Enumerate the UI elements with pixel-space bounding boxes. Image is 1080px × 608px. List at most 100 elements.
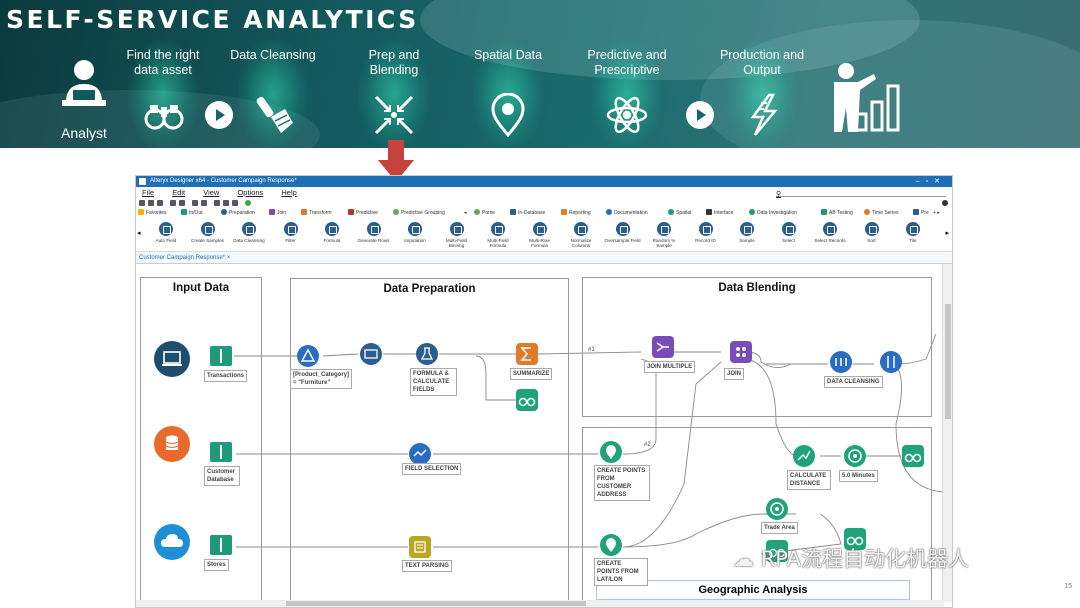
label-customer-database: Customer Database bbox=[204, 466, 240, 486]
tool-random-sample[interactable]: Random % Sample bbox=[646, 222, 682, 248]
vertical-scroll-thumb[interactable] bbox=[945, 304, 951, 419]
cat-documentation[interactable]: Documentation bbox=[606, 208, 648, 219]
cat-pre[interactable]: Pre bbox=[913, 208, 929, 219]
transactions-source-icon[interactable] bbox=[154, 341, 190, 377]
label-filter: [Product_Category] = "Furniture" bbox=[290, 369, 352, 389]
cat-in-database[interactable]: In-Database bbox=[510, 208, 545, 219]
join-multiple-tool-icon[interactable] bbox=[652, 336, 674, 358]
summarize-tool-icon[interactable] bbox=[516, 343, 538, 365]
window-controls[interactable]: –▫✕ bbox=[916, 176, 946, 187]
customer-database-input-icon[interactable] bbox=[210, 442, 232, 462]
tool-filter[interactable]: Filter bbox=[273, 222, 309, 243]
menu-help[interactable]: Help bbox=[281, 188, 296, 197]
cat-in-out[interactable]: In/Out bbox=[181, 208, 203, 219]
tool-normalize-columns[interactable]: Normalize Columns bbox=[563, 222, 599, 248]
tool-data-cleansing[interactable]: Data Cleansing bbox=[231, 222, 267, 243]
cat-predictive[interactable]: Predictive bbox=[348, 208, 378, 219]
close-tab-icon[interactable]: × bbox=[227, 255, 231, 261]
help-icon[interactable] bbox=[942, 200, 948, 206]
browse-tool-icon[interactable] bbox=[516, 389, 538, 411]
tool-oversample-field[interactable]: Oversample Field bbox=[605, 222, 641, 243]
cat-data-investigation[interactable]: Data Investigation bbox=[749, 208, 797, 219]
tool-generate-rows[interactable]: Generate Rows bbox=[356, 222, 392, 243]
copy-icon[interactable] bbox=[179, 200, 185, 206]
horizontal-scroll-thumb[interactable] bbox=[286, 601, 586, 606]
menu-file[interactable]: File bbox=[142, 188, 154, 197]
tool-record-id[interactable]: Record ID bbox=[688, 222, 724, 243]
container-data-blending[interactable]: Data Blending bbox=[582, 277, 932, 417]
filter-tool-icon[interactable] bbox=[297, 345, 319, 367]
zoom-out-icon[interactable] bbox=[223, 200, 229, 206]
transactions-input-icon[interactable] bbox=[210, 346, 232, 366]
menu-view[interactable]: View bbox=[203, 188, 219, 197]
tool-select[interactable]: Select bbox=[771, 222, 807, 243]
tool-random-sample-icon bbox=[657, 222, 671, 236]
new-icon[interactable] bbox=[139, 200, 145, 206]
trade-area-tool-icon[interactable] bbox=[766, 498, 788, 520]
cat-reporting[interactable]: Reporting bbox=[561, 208, 591, 219]
tab-customer-campaign[interactable]: Customer Campaign Response* × bbox=[136, 252, 952, 264]
palette-right-icon[interactable]: ▸ bbox=[945, 229, 949, 237]
tool-sample[interactable]: Sample bbox=[729, 222, 765, 243]
select-tool-icon[interactable] bbox=[360, 343, 382, 365]
tool-imputation[interactable]: Imputation bbox=[397, 222, 433, 243]
cat-more-left-icon[interactable]: ◂ bbox=[464, 208, 467, 219]
zoom-fit-icon[interactable] bbox=[232, 200, 238, 206]
cat-time-series[interactable]: Time Series bbox=[864, 208, 899, 219]
cat-spatial[interactable]: Spatial bbox=[668, 208, 691, 219]
stores-cloud-source-icon[interactable] bbox=[154, 524, 190, 560]
undo-icon[interactable] bbox=[192, 200, 198, 206]
play-icon bbox=[205, 101, 233, 129]
tool-auto-field[interactable]: Auto Field bbox=[148, 222, 184, 243]
cat-predictive-grouping[interactable]: Predictive Grouping bbox=[393, 208, 445, 219]
open-icon[interactable] bbox=[148, 200, 154, 206]
stage-production-output: Production and Output bbox=[719, 48, 805, 77]
zoom-in-icon[interactable] bbox=[214, 200, 220, 206]
tool-tile[interactable]: Tile bbox=[895, 222, 931, 243]
tool-create-samples-icon bbox=[200, 222, 215, 236]
tool-multi-row-formula[interactable]: Multi-Row Formula bbox=[522, 222, 558, 248]
search-input[interactable]: ⚲ bbox=[776, 189, 946, 198]
cat-add-icon[interactable]: + ▸ bbox=[933, 208, 940, 219]
create-points-latlon-tool-icon[interactable] bbox=[600, 534, 622, 556]
tool-label: Imputation bbox=[404, 238, 426, 243]
create-points-customer-tool-icon[interactable] bbox=[600, 441, 622, 463]
tool-formula[interactable]: Formula bbox=[314, 222, 350, 243]
stores-input-icon[interactable] bbox=[210, 535, 232, 555]
cat-transform[interactable]: Transform bbox=[301, 208, 332, 219]
five-minutes-tool-icon[interactable] bbox=[844, 445, 866, 467]
tool-multi-field-formula[interactable]: Multi-Field Formula bbox=[480, 222, 516, 248]
cat-favorites[interactable]: Favorites bbox=[138, 208, 167, 219]
tool-create-samples[interactable]: Create Samples bbox=[190, 222, 226, 243]
data-cleansing-tool-icon[interactable] bbox=[830, 351, 852, 373]
join-tool-icon[interactable] bbox=[730, 341, 752, 363]
text-parsing-tool-icon[interactable] bbox=[409, 536, 431, 558]
formula-tool-icon[interactable] bbox=[416, 343, 438, 365]
brush-icon bbox=[253, 93, 297, 137]
tool-multi-field-binning-icon bbox=[449, 222, 464, 236]
sort-tool-icon[interactable] bbox=[880, 351, 902, 373]
horizontal-scrollbar[interactable] bbox=[136, 600, 944, 607]
cut-icon[interactable] bbox=[170, 200, 176, 206]
browse-distance-tool-icon[interactable] bbox=[902, 445, 924, 467]
spatial-icon bbox=[668, 209, 674, 215]
cat-preparation[interactable]: Preparation bbox=[221, 208, 255, 219]
save-icon[interactable] bbox=[157, 200, 163, 206]
redo-icon[interactable] bbox=[201, 200, 207, 206]
cat-parse[interactable]: Parse bbox=[474, 208, 495, 219]
menu-options[interactable]: Options bbox=[237, 188, 263, 197]
tool-normalize-columns-icon bbox=[574, 222, 588, 236]
run-icon[interactable] bbox=[245, 200, 251, 206]
field-selection-tool-icon[interactable] bbox=[409, 443, 431, 465]
palette-left-icon[interactable]: ◂ bbox=[137, 229, 141, 237]
menu-edit[interactable]: Edit bbox=[172, 188, 185, 197]
distance-tool-icon[interactable] bbox=[793, 445, 815, 467]
tool-select-records[interactable]: Select Records bbox=[812, 222, 848, 243]
cat-join[interactable]: Join bbox=[269, 208, 286, 219]
customer-database-source-icon[interactable] bbox=[154, 426, 190, 462]
tool-multi-field-binning[interactable]: Multi-Field Binning bbox=[439, 222, 475, 248]
label-calculate-distance: CALCULATE DISTANCE bbox=[787, 470, 831, 490]
tool-sort[interactable]: Sort bbox=[854, 222, 890, 243]
cat-interface[interactable]: Interface bbox=[706, 208, 733, 219]
cat-ab-testing[interactable]: AB Testing bbox=[821, 208, 853, 219]
